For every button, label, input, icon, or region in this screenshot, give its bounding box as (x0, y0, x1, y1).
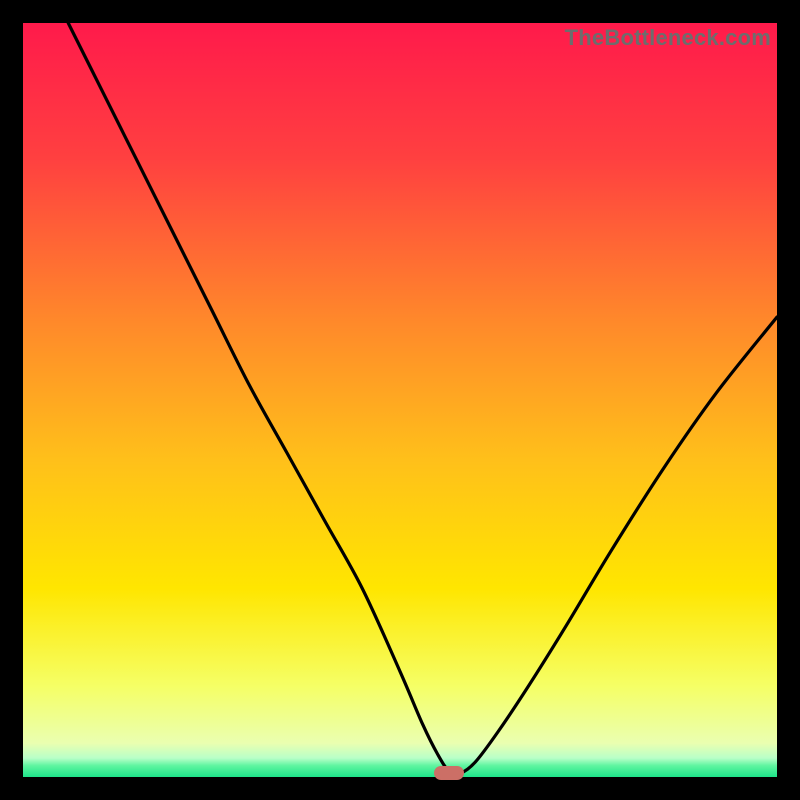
optimal-marker (434, 766, 464, 780)
watermark-label: TheBottleneck.com (565, 25, 771, 51)
bottleneck-plot (23, 23, 777, 777)
chart-frame: TheBottleneck.com (23, 23, 777, 777)
gradient-background (23, 23, 777, 777)
